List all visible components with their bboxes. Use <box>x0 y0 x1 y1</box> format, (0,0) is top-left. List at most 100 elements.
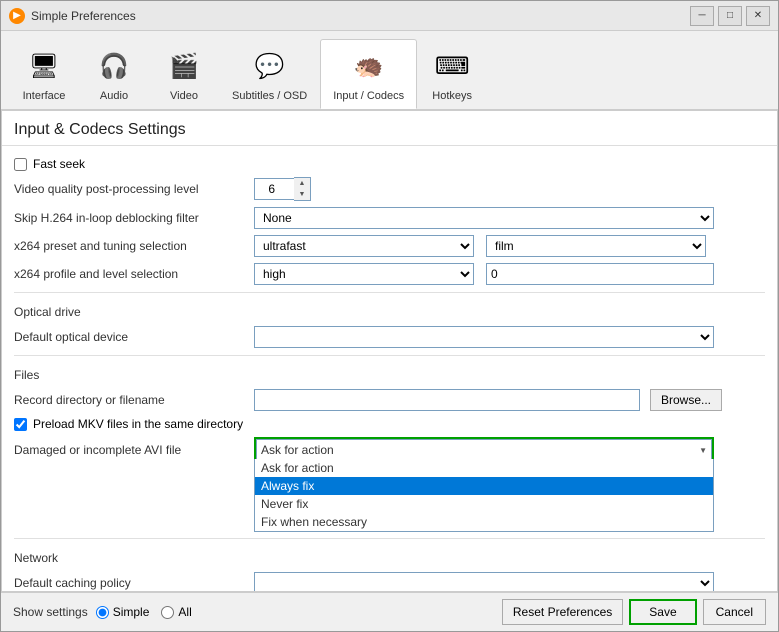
skip-h264-select[interactable]: None All Non-ref Bidir <box>254 207 714 229</box>
hotkeys-icon: ⌨ <box>432 46 472 86</box>
caching-control <box>254 572 765 591</box>
video-quality-control: ▲ ▼ <box>254 177 765 201</box>
show-settings-radio-group: Simple All <box>96 605 192 619</box>
nav-item-video[interactable]: 🎬 Video <box>149 39 219 109</box>
preload-mkv-row: Preload MKV files in the same directory <box>14 414 765 434</box>
optical-device-select[interactable] <box>254 326 714 348</box>
nav-label-subtitles: Subtitles / OSD <box>232 90 307 102</box>
damaged-avi-open-wrapper: Ask for action ▼ Ask for action Always f… <box>254 437 714 463</box>
settings-area: Fast seek Video quality post-processing … <box>2 146 777 591</box>
fast-seek-checkbox[interactable] <box>14 158 27 171</box>
save-button[interactable]: Save <box>629 599 696 625</box>
audio-icon: 🎧 <box>94 46 134 86</box>
caching-label: Default caching policy <box>14 576 254 590</box>
skip-h264-label: Skip H.264 in-loop deblocking filter <box>14 211 254 225</box>
nav-item-audio[interactable]: 🎧 Audio <box>79 39 149 109</box>
preload-mkv-label: Preload MKV files in the same directory <box>33 417 243 431</box>
page-title: Input & Codecs Settings <box>2 111 777 146</box>
optical-device-control <box>254 326 765 348</box>
skip-h264-row: Skip H.264 in-loop deblocking filter Non… <box>14 204 765 232</box>
all-label: All <box>178 605 191 619</box>
skip-h264-control: None All Non-ref Bidir <box>254 207 765 229</box>
maximize-button[interactable]: □ <box>718 6 742 26</box>
nav-item-hotkeys[interactable]: ⌨ Hotkeys <box>417 39 487 109</box>
damaged-avi-control: Ask for action ▼ Ask for action Always f… <box>254 437 765 463</box>
nav-label-video: Video <box>170 90 198 102</box>
close-button[interactable]: ✕ <box>746 6 770 26</box>
subtitles-icon: 💬 <box>250 46 290 86</box>
x264-level-input[interactable] <box>486 263 714 285</box>
cancel-button[interactable]: Cancel <box>703 599 766 625</box>
avi-option-when-necessary[interactable]: Fix when necessary <box>255 513 713 531</box>
fast-seek-label: Fast seek <box>33 157 85 171</box>
record-dir-control: Browse... <box>254 389 765 411</box>
nav-bar: 🖥 Interface 🎧 Audio 🎬 Video 💬 Subtitles … <box>1 31 778 110</box>
main-window: ▶ Simple Preferences ─ □ ✕ 🖥 Interface 🎧… <box>0 0 779 632</box>
video-icon: 🎬 <box>164 46 204 86</box>
separator1 <box>14 292 765 293</box>
avi-option-never[interactable]: Never fix <box>255 495 713 513</box>
x264-profile-control: baseline main high high10 <box>254 263 765 285</box>
optical-device-row: Default optical device <box>14 323 765 351</box>
spinbox-down[interactable]: ▼ <box>294 189 310 200</box>
damaged-avi-selected[interactable]: Ask for action ▼ <box>256 439 712 461</box>
damaged-avi-row: Damaged or incomplete AVI file Ask for a… <box>14 434 765 466</box>
nav-label-audio: Audio <box>100 90 128 102</box>
reset-preferences-button[interactable]: Reset Preferences <box>502 599 623 625</box>
x264-preset-control: ultrafast superfast veryfast faster fast… <box>254 235 765 257</box>
spinbox-buttons: ▲ ▼ <box>294 177 311 201</box>
caching-select[interactable] <box>254 572 714 591</box>
nav-item-interface[interactable]: 🖥 Interface <box>9 39 79 109</box>
nav-label-hotkeys: Hotkeys <box>432 90 472 102</box>
record-dir-row: Record directory or filename Browse... <box>14 386 765 414</box>
window-title: Simple Preferences <box>31 9 690 23</box>
title-bar: ▶ Simple Preferences ─ □ ✕ <box>1 1 778 31</box>
avi-option-always[interactable]: Always fix <box>255 477 713 495</box>
x264-preset-select2[interactable]: film animation grain stillimage <box>486 235 706 257</box>
optical-section-label: Optical drive <box>14 297 765 323</box>
files-section-label: Files <box>14 360 765 386</box>
bottom-buttons: Reset Preferences Save Cancel <box>502 599 766 625</box>
x264-preset-select1[interactable]: ultrafast superfast veryfast faster fast… <box>254 235 474 257</box>
preload-mkv-checkbox[interactable] <box>14 418 27 431</box>
optical-device-label: Default optical device <box>14 330 254 344</box>
video-quality-spinbox: ▲ ▼ <box>254 177 311 201</box>
separator2 <box>14 355 765 356</box>
all-settings-option[interactable]: All <box>161 605 191 619</box>
simple-settings-option[interactable]: Simple <box>96 605 150 619</box>
x264-profile-label: x264 profile and level selection <box>14 267 254 281</box>
damaged-avi-list: Ask for action Always fix Never fix Fix … <box>254 459 714 532</box>
spinbox-up[interactable]: ▲ <box>294 178 310 189</box>
network-section-label: Network <box>14 543 765 569</box>
input-icon: 🦔 <box>349 46 389 86</box>
record-dir-label: Record directory or filename <box>14 393 254 407</box>
dropdown-arrow-icon: ▼ <box>699 446 707 455</box>
browse-button[interactable]: Browse... <box>650 389 722 411</box>
nav-label-interface: Interface <box>23 90 66 102</box>
bottom-bar: Show settings Simple All Reset Preferenc… <box>1 592 778 631</box>
content-area: Input & Codecs Settings Fast seek Video … <box>1 110 778 592</box>
record-dir-input[interactable] <box>254 389 640 411</box>
simple-radio[interactable] <box>96 606 109 619</box>
damaged-avi-label: Damaged or incomplete AVI file <box>14 443 254 457</box>
nav-item-input[interactable]: 🦔 Input / Codecs <box>320 39 417 109</box>
x264-preset-label: x264 preset and tuning selection <box>14 239 254 253</box>
all-radio[interactable] <box>161 606 174 619</box>
video-quality-input[interactable] <box>254 178 294 200</box>
x264-preset-row: x264 preset and tuning selection ultrafa… <box>14 232 765 260</box>
x264-profile-select[interactable]: baseline main high high10 <box>254 263 474 285</box>
damaged-avi-selected-text: Ask for action <box>261 443 699 457</box>
window-controls: ─ □ ✕ <box>690 6 770 26</box>
separator3 <box>14 538 765 539</box>
caching-row: Default caching policy <box>14 569 765 591</box>
minimize-button[interactable]: ─ <box>690 6 714 26</box>
nav-label-input: Input / Codecs <box>333 90 404 102</box>
video-quality-row: Video quality post-processing level ▲ ▼ <box>14 174 765 204</box>
simple-label: Simple <box>113 605 150 619</box>
fast-seek-row: Fast seek <box>14 154 765 174</box>
avi-option-ask[interactable]: Ask for action <box>255 459 713 477</box>
nav-item-subtitles[interactable]: 💬 Subtitles / OSD <box>219 39 320 109</box>
video-quality-label: Video quality post-processing level <box>14 182 254 196</box>
interface-icon: 🖥 <box>24 46 64 86</box>
damaged-avi-dropdown[interactable]: Ask for action ▼ Ask for action Always f… <box>254 437 714 463</box>
